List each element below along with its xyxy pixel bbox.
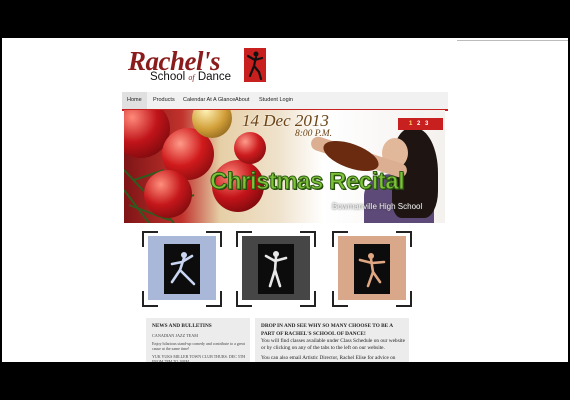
logo-subtitle-of: of (188, 73, 195, 82)
slide-3-button[interactable]: 3 (425, 118, 428, 130)
frame-corner (142, 231, 158, 247)
welcome-paragraph: You can also email Artistic Director, Ra… (261, 355, 396, 361)
class-thumbnail[interactable] (332, 231, 412, 307)
frame-corner (332, 291, 348, 307)
main-nav: Home Products Calendar At A Glance About… (122, 92, 448, 111)
news-title: NEWS AND BULLETINS (152, 323, 212, 329)
frame-corner (236, 291, 252, 307)
logo-subtitle-school: School (150, 71, 186, 83)
logo-subtitle: School of Dance (150, 71, 231, 83)
frame-corner (206, 231, 222, 247)
nav-student-login[interactable]: Student Login (254, 92, 298, 109)
frame-corner (332, 231, 348, 247)
class-thumbnail[interactable] (142, 231, 222, 307)
slide-2-button[interactable]: 2 (417, 118, 420, 130)
dancer-silhouette-icon (258, 244, 294, 294)
frame-corner (396, 291, 412, 307)
news-item-text: Enjoy hilarious stand-up comedy and cont… (152, 341, 245, 351)
logo-subtitle-dance: Dance (197, 71, 232, 83)
slide-1-button[interactable]: 1 (409, 118, 412, 130)
browser-divider (457, 40, 568, 41)
welcome-paragraph: You will find classes available under Cl… (261, 338, 405, 351)
banner-title: Christmas Recital (209, 168, 405, 196)
slider-pager: 1 2 3 (398, 118, 443, 130)
frame-corner (396, 231, 412, 247)
red-ornament (234, 132, 266, 164)
frame-corner (300, 231, 316, 247)
news-item-text: YUK YUKS MILLER TOWN CLUB THURS. DEC 5TH… (152, 354, 246, 362)
banner-time: 8:00 P.M. (295, 129, 333, 139)
dancer-logo-icon (244, 48, 266, 82)
nav-home[interactable]: Home (122, 92, 147, 109)
welcome-title: DROP IN AND SEE WHY SO MANY CHOOSE TO BE… (261, 323, 393, 337)
nav-about[interactable]: About (230, 92, 254, 109)
frame-corner (206, 291, 222, 307)
frame-corner (142, 291, 158, 307)
news-panel: NEWS AND BULLETINS CANADIAN JAZZ TEAM En… (146, 318, 250, 362)
frame-corner (236, 231, 252, 247)
banner-date: 14 Dec 2013 (242, 111, 329, 130)
web-page: Rachel's School of Dance Home Products C… (2, 38, 568, 362)
hero-banner[interactable]: 14 Dec 2013 8:00 P.M. Christmas Recital … (124, 110, 445, 223)
nav-products[interactable]: Products (148, 92, 180, 109)
welcome-panel: DROP IN AND SEE WHY SO MANY CHOOSE TO BE… (255, 318, 409, 362)
dancer-silhouette-icon (164, 244, 200, 294)
banner-venue: Bowmanville High School (332, 202, 423, 211)
class-thumbnail[interactable] (236, 231, 316, 307)
frame-corner (300, 291, 316, 307)
site-logo[interactable]: Rachel's School of Dance (126, 46, 276, 92)
news-item-title[interactable]: CANADIAN JAZZ TEAM (152, 333, 198, 338)
dancer-silhouette-icon (354, 244, 390, 294)
red-ornament (144, 170, 192, 218)
